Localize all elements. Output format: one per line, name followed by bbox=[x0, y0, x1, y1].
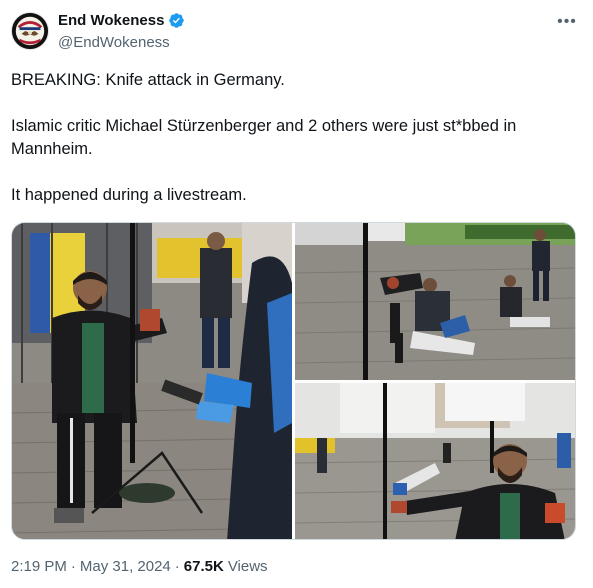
tweet-paragraph: Islamic critic Michael Stürzenberger and… bbox=[11, 117, 517, 158]
tweet-paragraph: It happened during a livestream. bbox=[11, 186, 247, 204]
tweet-date[interactable]: May 31, 2024 bbox=[80, 558, 171, 575]
photo-attack-closeup bbox=[12, 223, 292, 539]
media-photo-3[interactable] bbox=[295, 383, 575, 539]
avatar[interactable] bbox=[11, 12, 49, 50]
tweet-paragraph: BREAKING: Knife attack in Germany. bbox=[11, 71, 285, 89]
author-handle[interactable]: @EndWokeness bbox=[58, 34, 170, 51]
views-label: Views bbox=[227, 558, 268, 575]
author-name-row[interactable]: End Wokeness bbox=[58, 12, 185, 29]
eagle-emblem-icon bbox=[12, 13, 48, 49]
more-options-button[interactable]: ••• bbox=[553, 12, 581, 32]
photo-struggle-wide bbox=[295, 223, 575, 380]
tweet-card: End Wokeness @EndWokeness ••• BREAKING: … bbox=[0, 0, 593, 588]
display-name[interactable]: End Wokeness bbox=[58, 12, 164, 29]
photo-attacker-lunging bbox=[295, 383, 575, 539]
views-count: 67.5K bbox=[183, 558, 224, 575]
tweet-meta: 2:19 PM · May 31, 2024 · 67.5K Views bbox=[11, 558, 268, 575]
media-photo-1[interactable] bbox=[12, 223, 292, 539]
media-photo-2[interactable] bbox=[295, 223, 575, 380]
media-grid bbox=[11, 222, 576, 540]
verified-badge-icon bbox=[168, 12, 185, 29]
meta-separator: · bbox=[70, 558, 76, 575]
meta-separator: · bbox=[174, 558, 180, 575]
more-horizontal-icon: ••• bbox=[557, 13, 577, 30]
tweet-time[interactable]: 2:19 PM bbox=[11, 558, 67, 575]
